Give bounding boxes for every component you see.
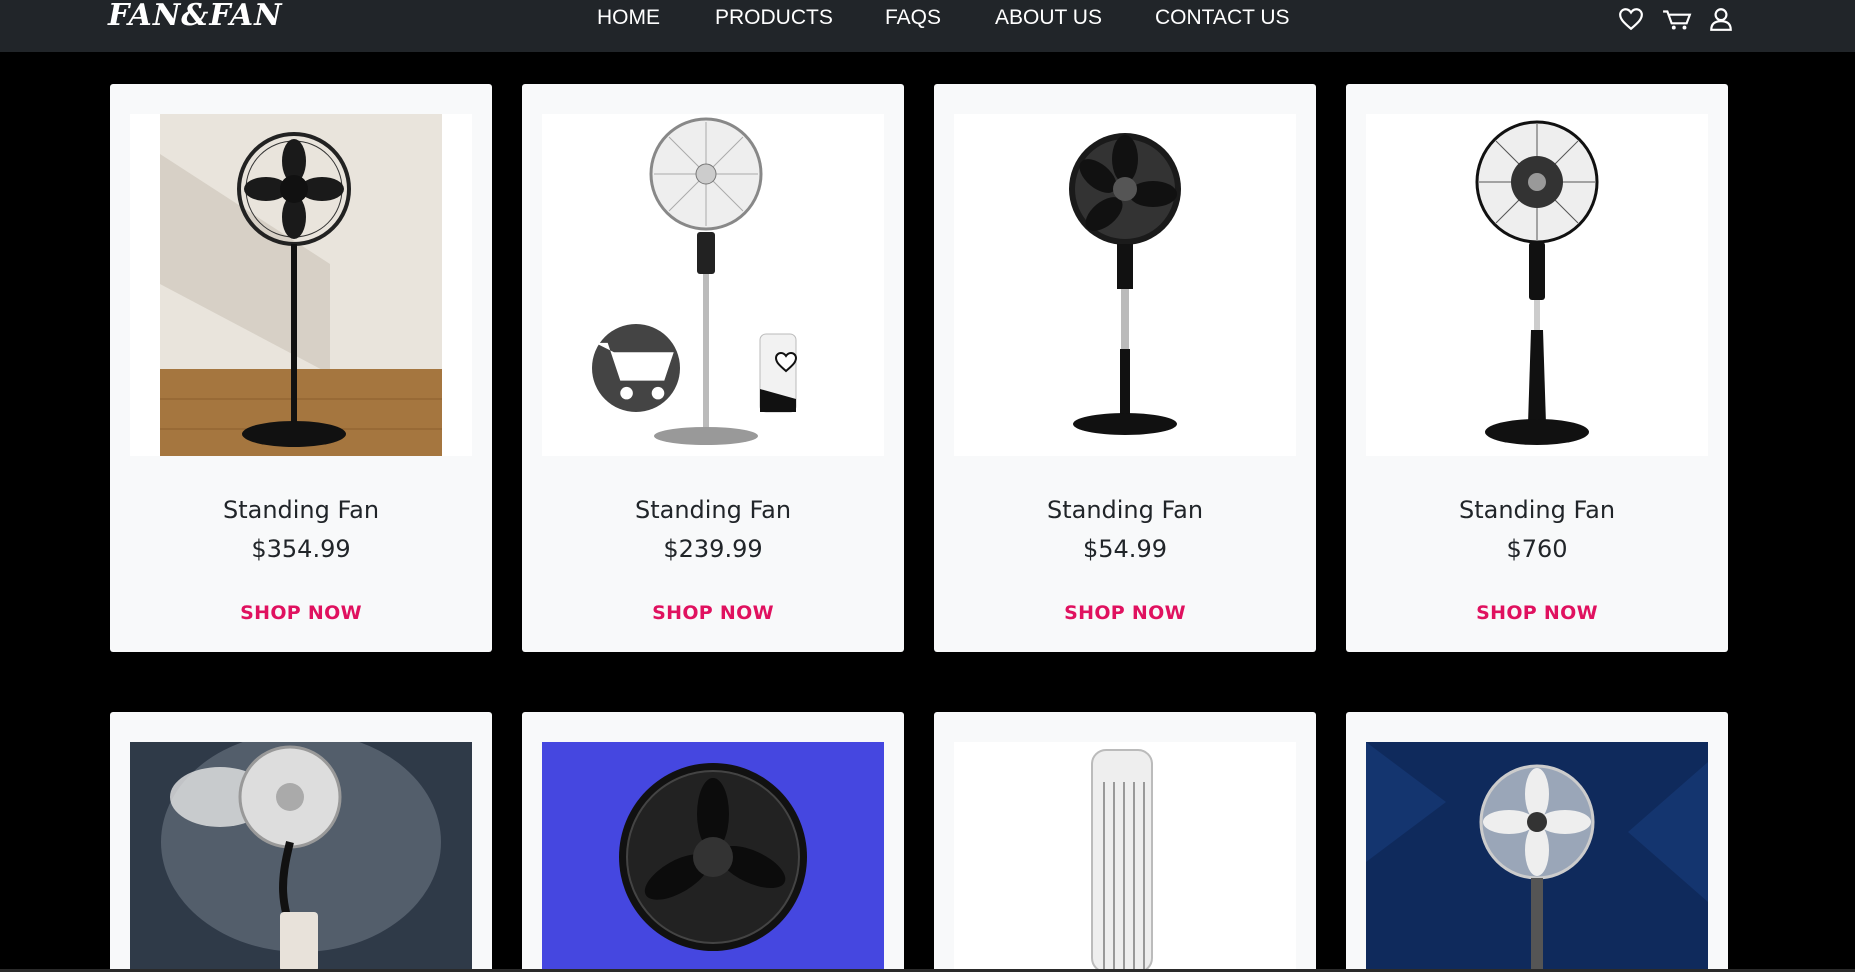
product-image[interactable] xyxy=(954,742,1296,972)
add-to-cart-button[interactable] xyxy=(592,324,680,412)
navbar: FAN&FAN HOME PRODUCTS FAQS ABOUT US CONT… xyxy=(0,0,1855,52)
cart-icon[interactable] xyxy=(1662,6,1692,32)
product-title: Standing Fan xyxy=(222,496,380,524)
product-image[interactable] xyxy=(542,114,884,456)
product-card[interactable]: Standing Fan $239.99 SHOP NOW xyxy=(522,84,904,652)
heart-icon[interactable] xyxy=(1618,6,1644,32)
wishlist-heart-icon[interactable] xyxy=(774,350,798,374)
product-card[interactable] xyxy=(934,712,1316,972)
cart-icon xyxy=(595,342,674,400)
nav-link-faqs[interactable]: FAQS xyxy=(885,6,941,30)
product-title: Standing Fan xyxy=(1458,496,1616,524)
nav-link-about-us[interactable]: ABOUT US xyxy=(995,6,1102,30)
product-card[interactable] xyxy=(1346,712,1728,972)
nav-link-home[interactable]: HOME xyxy=(597,6,660,30)
product-image[interactable] xyxy=(1366,742,1708,972)
shop-now-link[interactable]: SHOP NOW xyxy=(110,602,492,624)
shop-now-link[interactable]: SHOP NOW xyxy=(934,602,1316,624)
product-title: Standing Fan xyxy=(1046,496,1204,524)
product-card[interactable]: Standing Fan $760 SHOP NOW xyxy=(1346,84,1728,652)
user-icon[interactable] xyxy=(1708,6,1734,32)
product-image[interactable] xyxy=(542,742,884,972)
nav-link-contact-us[interactable]: CONTACT US xyxy=(1155,6,1290,30)
product-price: $54.99 xyxy=(1083,535,1167,563)
product-image[interactable] xyxy=(1366,114,1708,456)
product-card[interactable]: Standing Fan $54.99 SHOP NOW xyxy=(934,84,1316,652)
product-card[interactable]: Standing Fan $354.99 SHOP NOW xyxy=(110,84,492,652)
product-title: Standing Fan xyxy=(634,496,792,524)
product-price: $354.99 xyxy=(251,535,351,563)
product-card[interactable] xyxy=(522,712,904,972)
product-price: $760 xyxy=(1506,535,1568,563)
brand-logo[interactable]: FAN&FAN xyxy=(108,0,283,33)
product-card[interactable] xyxy=(110,712,492,972)
product-price: $239.99 xyxy=(663,535,763,563)
product-image[interactable] xyxy=(130,742,472,972)
product-image[interactable] xyxy=(130,114,472,456)
nav-link-products[interactable]: PRODUCTS xyxy=(715,6,833,30)
shop-now-link[interactable]: SHOP NOW xyxy=(522,602,904,624)
shop-now-link[interactable]: SHOP NOW xyxy=(1346,602,1728,624)
product-image[interactable] xyxy=(954,114,1296,456)
